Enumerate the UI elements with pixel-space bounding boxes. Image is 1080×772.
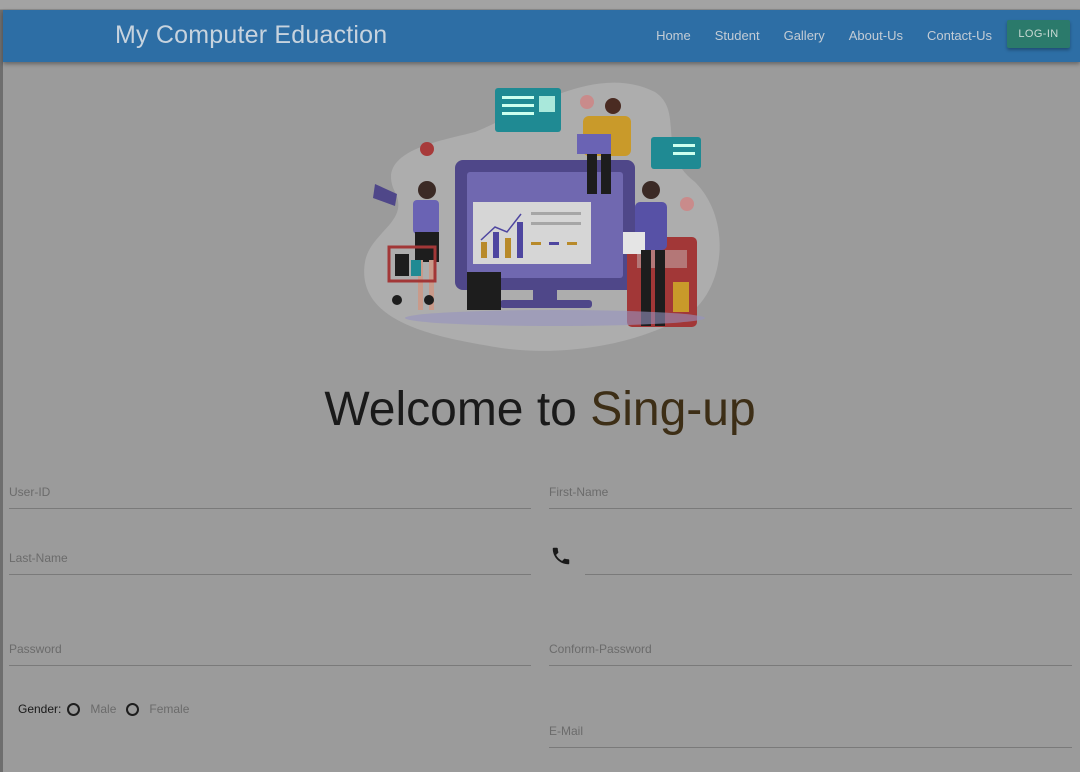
nav-link-about-us[interactable]: About-Us	[849, 28, 903, 43]
male-option-label[interactable]: Male	[90, 702, 116, 716]
female-option-label[interactable]: Female	[149, 702, 189, 716]
navbar: My Computer Eduaction Home Student Galle…	[3, 10, 1080, 62]
password-field[interactable]: Password	[9, 636, 531, 666]
gender-group: Gender: Male Female	[18, 702, 199, 716]
confirm-password-underline	[549, 665, 1072, 666]
user-id-field[interactable]: User-ID	[9, 479, 531, 509]
page-title: Welcome to Sing-up	[0, 382, 1080, 437]
phone-underline	[585, 574, 1072, 575]
nav-link-home[interactable]: Home	[656, 28, 691, 43]
brand-title[interactable]: My Computer Eduaction	[115, 21, 387, 50]
first-name-label: First-Name	[549, 485, 609, 499]
last-name-field[interactable]: Last-Name	[9, 545, 531, 575]
password-label: Password	[9, 642, 62, 656]
email-underline	[549, 747, 1072, 748]
confirm-password-label: Conform-Password	[549, 642, 652, 656]
login-button[interactable]: LOG-IN	[1007, 20, 1070, 48]
nav-link-contact-us[interactable]: Contact-Us	[927, 28, 992, 43]
gender-label: Gender:	[18, 702, 62, 716]
last-name-underline	[9, 574, 531, 575]
nav-links: Home Student Gallery About-Us Contact-Us	[632, 28, 992, 43]
password-underline	[9, 665, 531, 666]
welcome-accent: Sing-up	[590, 383, 756, 436]
welcome-prefix: Welcome to	[324, 383, 591, 436]
nav-link-gallery[interactable]: Gallery	[784, 28, 825, 43]
last-name-label: Last-Name	[9, 551, 68, 565]
user-id-label: User-ID	[9, 485, 51, 499]
male-radio[interactable]	[67, 702, 81, 716]
phone-icon	[552, 547, 570, 565]
female-radio[interactable]	[126, 702, 140, 716]
phone-field[interactable]	[585, 545, 1072, 575]
email-field[interactable]: E-Mail	[549, 718, 1072, 748]
hero-illustration	[364, 82, 720, 351]
first-name-underline	[549, 508, 1072, 509]
user-id-underline	[9, 508, 531, 509]
nav-link-student[interactable]: Student	[715, 28, 760, 43]
first-name-field[interactable]: First-Name	[549, 479, 1072, 509]
browser-top-strip	[0, 0, 1080, 10]
email-label: E-Mail	[549, 724, 584, 738]
confirm-password-field[interactable]: Conform-Password	[549, 636, 1072, 666]
